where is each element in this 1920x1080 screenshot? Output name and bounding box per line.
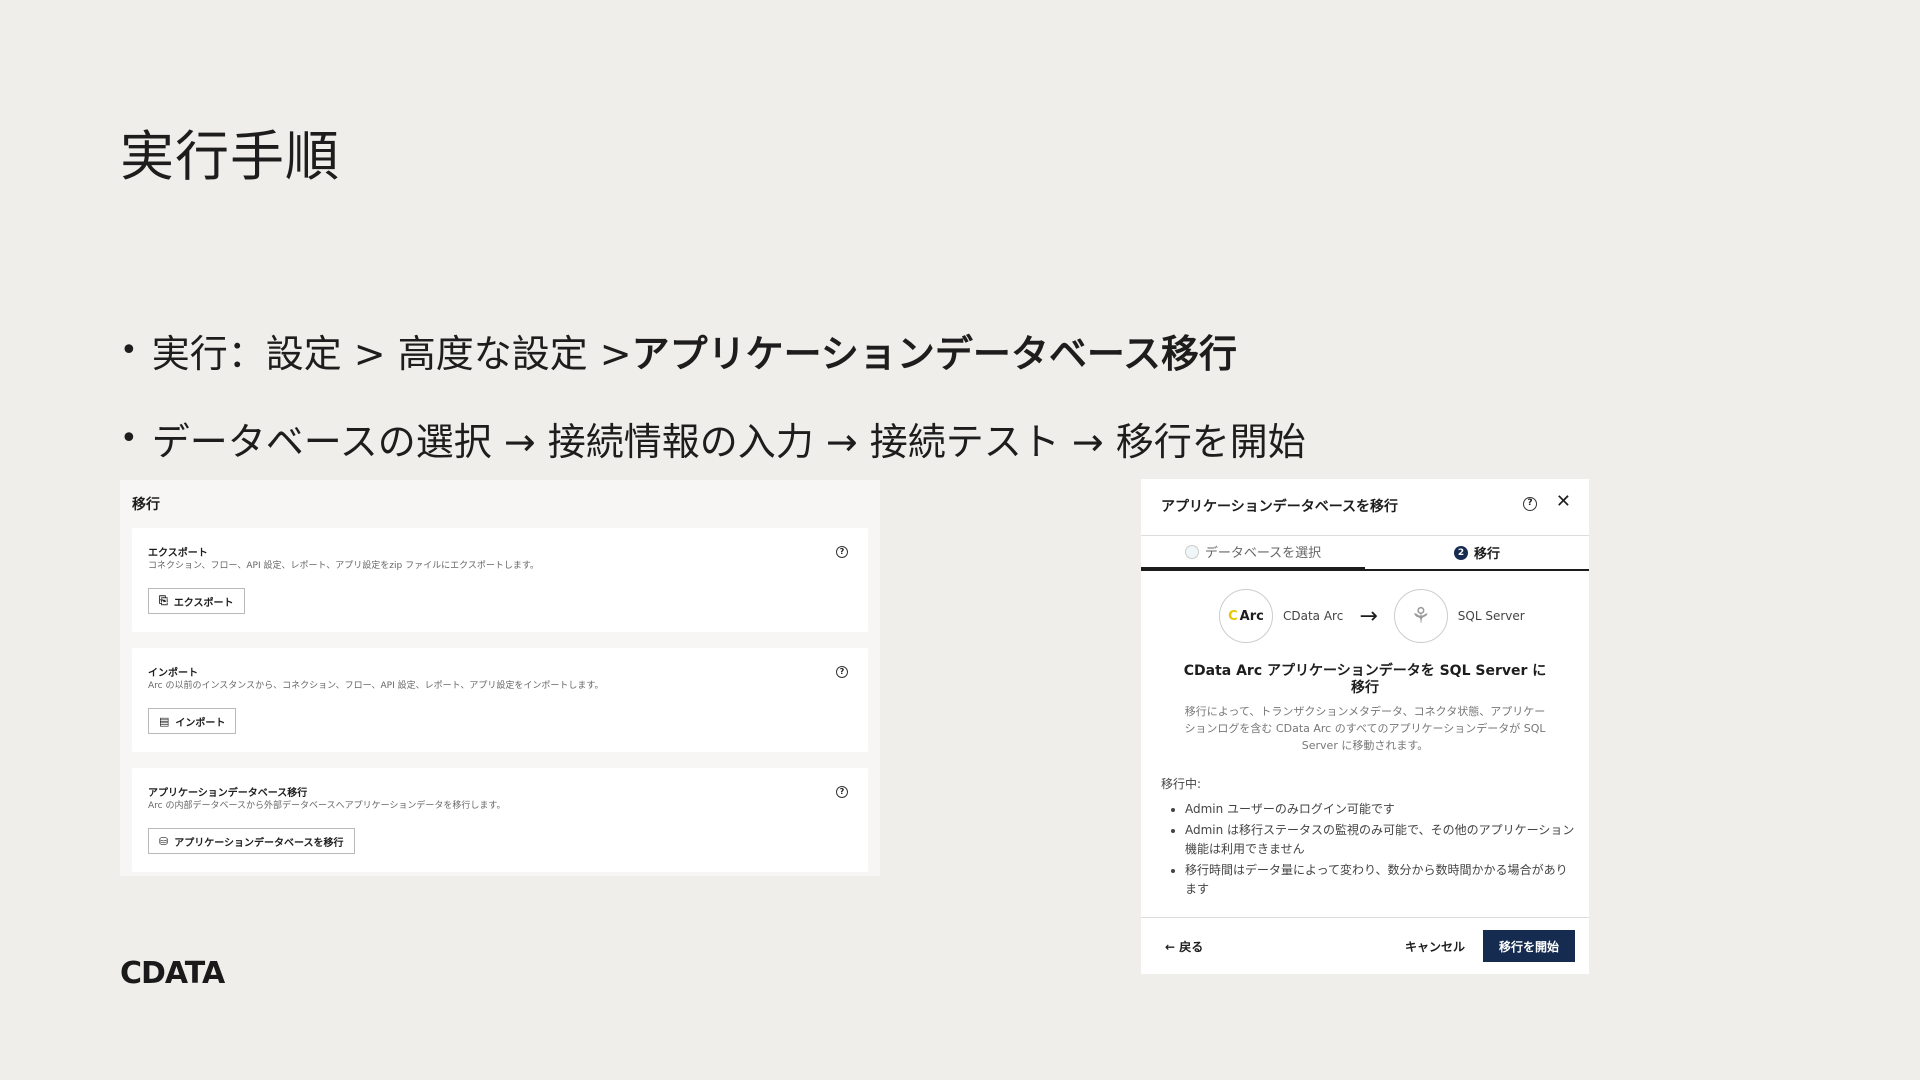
dialog-title: アプリケーションデータベースを移行 bbox=[1161, 499, 1399, 515]
bullet-dot: • bbox=[120, 420, 138, 456]
cancel-button[interactable]: キャンセル bbox=[1405, 938, 1465, 955]
arrow-right-icon: → bbox=[1359, 603, 1378, 629]
target-name: SQL Server bbox=[1457, 609, 1525, 623]
slide-title: 実行手順 bbox=[120, 125, 340, 188]
dialog-heading: CData Arc アプリケーションデータを SQL Server に移行 bbox=[1183, 663, 1547, 696]
button-label: エクスポート bbox=[173, 597, 234, 609]
close-icon[interactable]: ✕ bbox=[1556, 491, 1571, 512]
bullet-steps-text: データベースの選択 → 接続情報の入力 → 接続テスト → 移行を開始 bbox=[151, 419, 1306, 464]
migration-dialog: アプリケーションデータベースを移行 ? ✕ データベースを選択 2 移行 C A… bbox=[1141, 479, 1589, 974]
back-button[interactable]: ← 戻る bbox=[1165, 938, 1203, 955]
arc-mark-icon: C bbox=[1228, 608, 1238, 624]
bullet-steps: • データベースの選択 → 接続情報の入力 → 接続テスト → 移行を開始 bbox=[120, 410, 1306, 466]
migrate-database-button[interactable]: ⛁ アプリケーションデータベースを移行 bbox=[148, 828, 355, 854]
dialog-footer: ← 戻る キャンセル 移行を開始 bbox=[1141, 917, 1589, 974]
database-icon: ⛁ bbox=[159, 834, 169, 848]
dialog-description: 移行によって、トランザクションメタデータ、コネクタ状態、アプリケーションログを含… bbox=[1184, 705, 1546, 752]
help-icon[interactable]: ? bbox=[1523, 497, 1537, 511]
tab-label: データベースを選択 bbox=[1204, 546, 1322, 561]
card-description: Arc の以前のインスタンスから、コネクション、フロー、API 設定、レポート、… bbox=[148, 681, 604, 691]
export-button[interactable]: ⎘ エクスポート bbox=[148, 588, 245, 614]
import-icon: ▤ bbox=[159, 714, 170, 728]
bullet-path-target: アプリケーションデータベース移行 bbox=[631, 331, 1237, 376]
bullet-list: • 実行：設定 > 高度な設定 > アプリケーションデータベース移行 • データ… bbox=[120, 322, 1306, 498]
card-description: Arc の内部データベースから外部データベースへアプリケーションデータを移行しま… bbox=[148, 801, 506, 811]
dialog-steps: データベースを選択 2 移行 bbox=[1141, 535, 1589, 571]
migration-notes: Admin ユーザーのみログイン可能です Admin は移行ステータスの監視のみ… bbox=[1185, 800, 1575, 901]
list-item: Admin は移行ステータスの監視のみ可能で、その他のアプリケーション機能は利用… bbox=[1185, 821, 1575, 859]
card-description: コネクション、フロー、API 設定、レポート、アプリ設定をzip ファイルにエク… bbox=[148, 561, 539, 571]
export-card: エクスポート コネクション、フロー、API 設定、レポート、アプリ設定をzip … bbox=[132, 528, 868, 632]
card-title: インポート bbox=[148, 668, 198, 679]
button-label: インポート bbox=[175, 717, 226, 729]
help-icon[interactable]: ? bbox=[836, 666, 848, 678]
card-title: アプリケーションデータベース移行 bbox=[148, 788, 308, 799]
arc-logo: C Arc bbox=[1219, 589, 1273, 643]
db-migration-card: アプリケーションデータベース移行 Arc の内部データベースから外部データベース… bbox=[132, 768, 868, 872]
button-label: アプリケーションデータベースを移行 bbox=[174, 837, 344, 849]
card-title: エクスポート bbox=[148, 548, 208, 559]
migration-flow: C Arc CData Arc → ⚘ SQL Server bbox=[1219, 589, 1525, 643]
bullet-path-prefix: 実行：設定 > 高度な設定 > bbox=[151, 331, 632, 376]
import-button[interactable]: ▤ インポート bbox=[148, 708, 237, 734]
dialog-header: アプリケーションデータベースを移行 ? ✕ bbox=[1141, 479, 1589, 535]
help-icon[interactable]: ? bbox=[836, 786, 848, 798]
tab-select-database[interactable]: データベースを選択 bbox=[1141, 536, 1365, 569]
source-name: CData Arc bbox=[1283, 609, 1344, 623]
export-icon: ⎘ bbox=[159, 594, 168, 607]
start-migration-button[interactable]: 移行を開始 bbox=[1483, 930, 1575, 962]
panel-title: 移行 bbox=[132, 497, 160, 513]
list-item: 移行時間はデータ量によって変わり、数分から数時間かかる場合があります bbox=[1185, 861, 1575, 899]
step-circle bbox=[1184, 544, 1199, 559]
import-card: インポート Arc の以前のインスタンスから、コネクション、フロー、API 設定… bbox=[132, 648, 868, 752]
tab-label: 移行 bbox=[1473, 547, 1500, 562]
sql-server-logo: ⚘ bbox=[1393, 589, 1448, 643]
tab-migrate[interactable]: 2 移行 bbox=[1365, 536, 1589, 569]
during-migration-label: 移行中: bbox=[1161, 777, 1202, 791]
step-circle: 2 bbox=[1453, 545, 1468, 560]
list-item: Admin ユーザーのみログイン可能です bbox=[1185, 800, 1575, 819]
bullet-dot: • bbox=[120, 332, 138, 368]
migration-settings-panel: 移行 エクスポート コネクション、フロー、API 設定、レポート、アプリ設定をz… bbox=[120, 480, 880, 876]
bullet-navigation-path: • 実行：設定 > 高度な設定 > アプリケーションデータベース移行 bbox=[120, 322, 1306, 378]
sql-server-icon: ⚘ bbox=[1410, 603, 1431, 629]
help-icon[interactable]: ? bbox=[836, 546, 848, 558]
arc-logo-text: Arc bbox=[1239, 608, 1264, 624]
cdata-logo: CDATA bbox=[120, 956, 225, 991]
